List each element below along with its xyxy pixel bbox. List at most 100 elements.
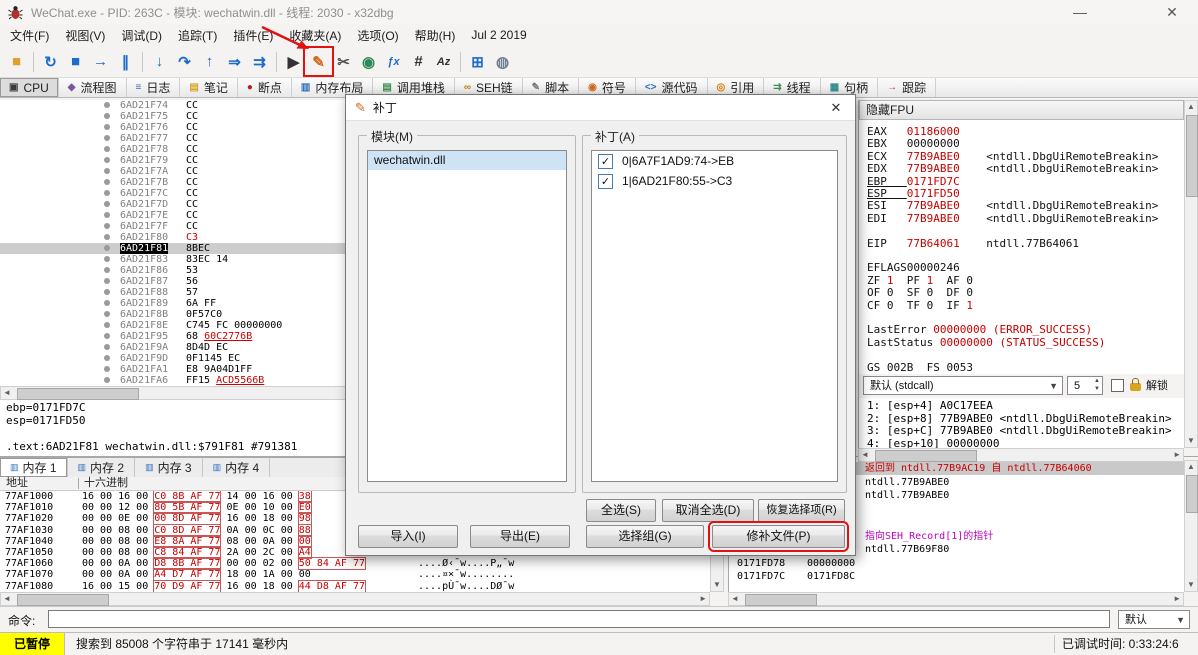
run-to-user-code-icon[interactable]: ⇒ (222, 49, 247, 74)
fx-icon[interactable]: ƒx (381, 49, 406, 74)
tab-breakpoints[interactable]: ● 断点 (238, 78, 292, 97)
breakpoint-dot[interactable] (104, 355, 110, 361)
scrollbar-thumb[interactable] (875, 450, 977, 462)
scrollbar-thumb[interactable] (1186, 475, 1198, 513)
scroll-up-arrow-icon[interactable]: ▲ (1187, 101, 1195, 113)
open-file-icon[interactable]: ■ (4, 49, 29, 74)
select-all-button[interactable]: 全选(S) (586, 499, 656, 522)
calling-convention-dropdown[interactable]: 默认 (stdcall) ▼ (863, 376, 1063, 395)
dialog-close-icon[interactable]: ✕ (817, 95, 855, 121)
stop-icon[interactable]: ■ (63, 49, 88, 74)
breakpoint-dot[interactable] (104, 234, 110, 240)
step-out-icon[interactable]: ↑ (197, 49, 222, 74)
tab-log[interactable]: ≡ 日志 (127, 78, 181, 97)
stack-h-scrollbar[interactable]: ◄ ► (728, 592, 1184, 606)
stack-row[interactable]: 0171FD7C 0171FD8C (729, 570, 1184, 583)
title-bar[interactable]: WeChat.exe - PID: 263C - 模块: wechatwin.d… (0, 0, 1198, 24)
menu-item-help[interactable]: 帮助(H) (407, 24, 464, 47)
breakpoint-dot[interactable] (104, 377, 110, 383)
snippets-icon[interactable]: ✂ (331, 49, 356, 74)
menu-item-file[interactable]: 文件(F) (2, 24, 57, 47)
breakpoint-dot[interactable] (104, 267, 110, 273)
command-input[interactable] (48, 610, 1110, 628)
step-over-icon[interactable]: ↷ (172, 49, 197, 74)
scroll-left-arrow-icon[interactable]: ◄ (3, 387, 11, 399)
patch-checkbox[interactable]: ✓ (598, 153, 613, 169)
register-row[interactable]: LastError 00000000 (ERROR_SUCCESS) (867, 324, 1092, 336)
register-row[interactable]: EFLAGS00000246 (867, 262, 986, 274)
patch-file-button[interactable]: 修补文件(P) (708, 521, 849, 552)
dump-row[interactable]: 77AF1060 00 00 0A 00 D8 8B AF 77 00 00 02… (0, 558, 710, 569)
scroll-left-arrow-icon[interactable]: ◄ (861, 449, 869, 461)
az-icon[interactable]: Az (431, 49, 456, 74)
mem-tab-1[interactable]: ▥ 内存 1 (0, 458, 68, 477)
memory-map-icon[interactable]: ◉ (356, 49, 381, 74)
mem-tab-2[interactable]: ▥ 内存 2 (68, 458, 136, 477)
scroll-up-arrow-icon[interactable]: ▲ (1187, 461, 1195, 473)
unlock-checkbox[interactable] (1111, 379, 1124, 392)
tab-graph[interactable]: ◆ 流程图 (59, 78, 127, 97)
register-row[interactable]: ECX 77B9ABE0 <ntdll.DbgUiRemoteBreakin> (867, 150, 1158, 163)
register-row[interactable]: EAX 01186000 (867, 126, 986, 138)
import-button[interactable]: 导入(I) (358, 525, 458, 548)
module-list-item[interactable]: wechatwin.dll (368, 151, 566, 170)
deselect-all-button[interactable]: 取消全选(D) (662, 499, 754, 522)
menu-item-options[interactable]: 选项(O) (349, 24, 406, 47)
restore-selection-button[interactable]: 恢复选择项(R) (758, 499, 845, 522)
stack-v-scrollbar[interactable]: ▲ ▼ (1184, 460, 1198, 592)
breakpoint-dot[interactable] (104, 157, 110, 163)
scroll-down-arrow-icon[interactable]: ▼ (1187, 435, 1195, 447)
breakpoint-dot[interactable] (104, 113, 110, 119)
menu-item-build-date[interactable]: Jul 2 2019 (463, 25, 534, 45)
menu-item-view[interactable]: 视图(V) (57, 24, 113, 47)
animate-icon[interactable]: ▶ (281, 49, 306, 74)
register-row[interactable]: EIP 77B64061 ntdll.77B64061 (867, 237, 1079, 250)
register-row[interactable]: GS 002B FS 0053 (867, 361, 973, 374)
menu-item-favourites[interactable]: 收藏夹(A) (281, 24, 349, 47)
mem-tab-3[interactable]: ▥ 内存 3 (135, 458, 203, 477)
menu-item-plugins[interactable]: 插件(E) (225, 24, 281, 47)
breakpoint-dot[interactable] (104, 124, 110, 130)
tab-notes[interactable]: ▤ 笔记 (180, 78, 238, 97)
breakpoint-dot[interactable] (104, 311, 110, 317)
breakpoint-dot[interactable] (104, 223, 110, 229)
breakpoint-dot[interactable] (104, 102, 110, 108)
scroll-left-arrow-icon[interactable]: ◄ (3, 593, 11, 605)
register-row[interactable]: EBX 00000000 (867, 138, 986, 150)
scrollbar-thumb[interactable] (745, 594, 817, 606)
mem-tab-4[interactable]: ▥ 内存 4 (203, 458, 271, 477)
pause-icon[interactable]: ∥ (113, 49, 138, 74)
args-h-scrollbar[interactable]: ◄ ► (858, 448, 1184, 462)
scroll-right-arrow-icon[interactable]: ► (699, 593, 707, 605)
breakpoint-dot[interactable] (104, 300, 110, 306)
scroll-left-arrow-icon[interactable]: ◄ (731, 593, 739, 605)
patch-dialog-title-bar[interactable]: ✎ 补丁 ✕ (346, 95, 855, 121)
scrollbar-thumb[interactable] (17, 594, 109, 606)
module-list[interactable]: wechatwin.dll (367, 150, 567, 482)
export-button[interactable]: 导出(E) (470, 525, 570, 548)
register-row[interactable]: ZF 1 PF 1 AF 0 (867, 274, 973, 287)
register-row[interactable]: ESI 77B9ABE0 <ntdll.DbgUiRemoteBreakin> (867, 200, 1158, 212)
register-row[interactable]: ESP 0171FD50 (867, 188, 986, 200)
scrollbar-thumb[interactable] (17, 388, 139, 400)
scroll-down-arrow-icon[interactable]: ▼ (1187, 579, 1195, 591)
breakpoint-dot[interactable] (104, 179, 110, 185)
registers-v-scrollbar[interactable]: ▲ ▼ (1184, 100, 1198, 448)
dump-row[interactable]: 77AF1070 00 00 0A 00 A4 D7 AF 77 18 00 1A… (0, 569, 710, 580)
settings-icon[interactable]: ◍ (490, 49, 515, 74)
dump-row[interactable]: 77AF1080 16 00 15 00 70 D9 AF 77 16 00 18… (0, 581, 710, 592)
tab-cpu[interactable]: ▣ CPU (0, 78, 59, 97)
command-profile-dropdown[interactable]: 默认 ▼ (1118, 610, 1190, 629)
patch-list[interactable]: ✓ 0|6A7F1AD9:74->EB ✓ 1|6AD21F80:55->C3 (591, 150, 838, 482)
breakpoint-dot[interactable] (104, 135, 110, 141)
hide-fpu-button[interactable]: 隐藏FPU (859, 100, 1184, 120)
breakpoint-dot[interactable] (104, 190, 110, 196)
run-icon[interactable]: → (88, 49, 113, 74)
restart-icon[interactable]: ↻ (38, 49, 63, 74)
breakpoint-dot[interactable] (104, 212, 110, 218)
registers-pane[interactable]: 隐藏FPU EAX 01186000 EBX 00000000 ECX 77B9… (858, 100, 1184, 374)
breakpoint-dot[interactable] (104, 201, 110, 207)
close-button[interactable]: ✕ (1154, 4, 1190, 21)
skip-icon[interactable]: ⇉ (247, 49, 272, 74)
dump-h-scrollbar[interactable]: ◄ ► (0, 592, 710, 606)
